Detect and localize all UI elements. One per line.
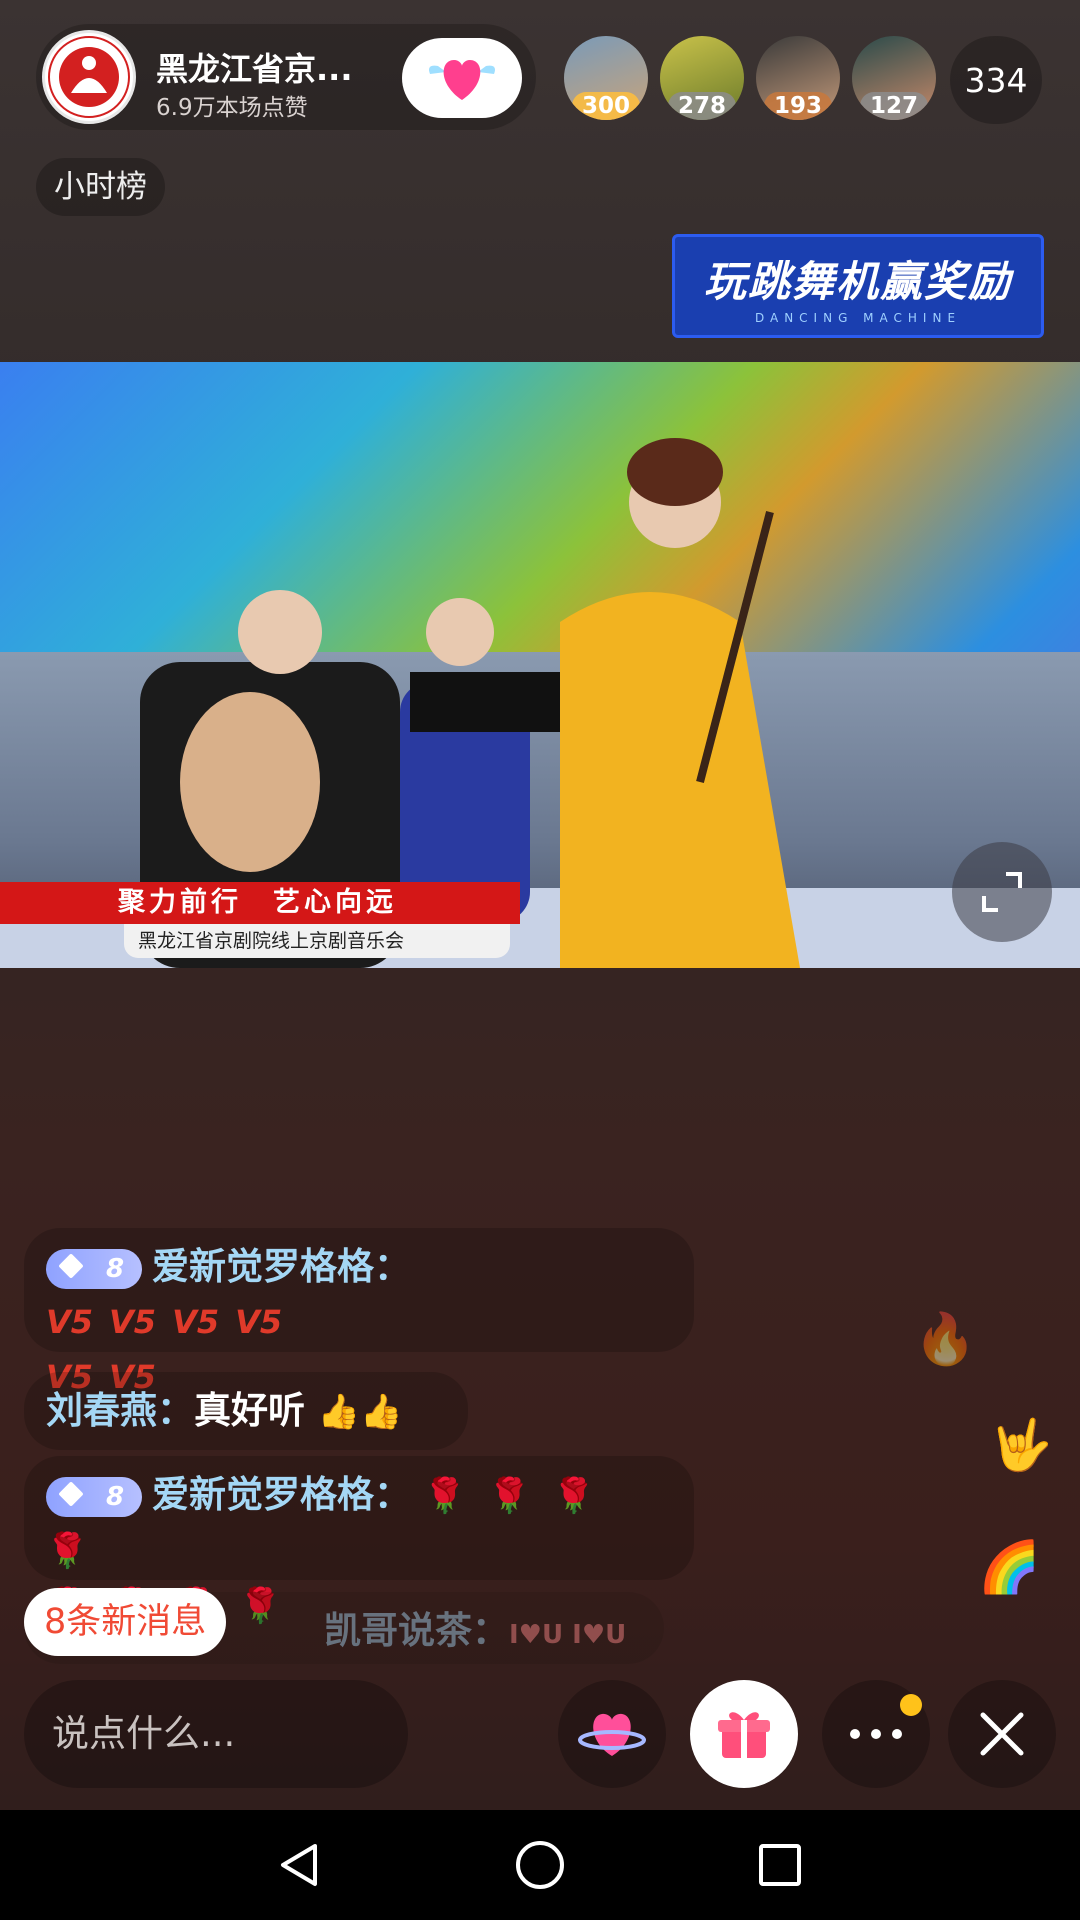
rose-icon: 🌹 bbox=[423, 1476, 467, 1516]
recents-square-icon bbox=[759, 1844, 801, 1886]
vs-emoji: V5 bbox=[235, 1303, 283, 1341]
chat-username: 爱新觉罗格格 bbox=[152, 1245, 374, 1288]
thumbs-up-icon: 👍 bbox=[360, 1392, 403, 1432]
fire-icon[interactable]: 🔥 bbox=[914, 1310, 976, 1369]
follow-button[interactable] bbox=[402, 38, 522, 118]
chat-text: 真好听 bbox=[194, 1389, 305, 1432]
home-button[interactable] bbox=[505, 1830, 575, 1900]
rose-icon: 🌹 bbox=[46, 1531, 89, 1571]
chat-text: I♥U I♥U bbox=[509, 1620, 627, 1650]
vs-emoji: V5 bbox=[172, 1303, 220, 1341]
heart-planet-icon bbox=[578, 1713, 646, 1756]
more-dots-icon bbox=[850, 1729, 902, 1739]
fan-level-badge: 8 bbox=[46, 1248, 142, 1289]
system-navigation-bar bbox=[0, 1810, 1080, 1920]
promo-title: 玩跳舞机赢奖励 bbox=[703, 256, 1012, 306]
top-viewer-avatar-3[interactable]: 193 bbox=[756, 36, 840, 120]
heart-wings-icon bbox=[429, 60, 495, 100]
fullscreen-icon bbox=[982, 872, 1022, 912]
video-caption: 聚力前行 艺心向远 bbox=[0, 882, 520, 924]
top-viewer-avatar-4[interactable]: 127 bbox=[852, 36, 936, 120]
thumbs-up-icon: 👍 bbox=[317, 1392, 361, 1432]
more-button[interactable] bbox=[822, 1680, 930, 1788]
promo-banner[interactable]: 玩跳舞机赢奖励 DANCING MACHINE bbox=[672, 234, 1044, 338]
rose-icon: 🌹 bbox=[552, 1476, 595, 1516]
chat-message[interactable]: 8 爱新觉罗格格： V5 V5 V5 V5 V5 V5 bbox=[24, 1228, 694, 1396]
promo-subtitle: DANCING MACHINE bbox=[754, 310, 962, 325]
anchor-avatar[interactable] bbox=[42, 30, 136, 124]
comment-input[interactable]: 说点什么... bbox=[24, 1680, 408, 1788]
viewer-score: 300 bbox=[572, 92, 640, 120]
back-button[interactable] bbox=[265, 1830, 335, 1900]
anchor-likes: 6.9万本场点赞 bbox=[156, 95, 308, 121]
chat-message[interactable]: 8爱新觉罗格格： 🌹🌹🌹🌹 🌹🌹🌹🌹 bbox=[24, 1456, 694, 1626]
viewer-score: 278 bbox=[668, 92, 736, 120]
new-messages-button[interactable]: 8条新消息 bbox=[24, 1588, 227, 1656]
gift-icon bbox=[718, 1712, 770, 1758]
chat-username: 刘春燕 bbox=[46, 1389, 157, 1432]
back-triangle-icon bbox=[281, 1844, 317, 1886]
rock-hand-icon[interactable]: 🤟 bbox=[990, 1416, 1052, 1475]
top-viewer-avatar-1[interactable]: 300 bbox=[564, 36, 648, 120]
like-button[interactable] bbox=[558, 1680, 666, 1788]
chat-username: 凯哥说茶 bbox=[324, 1609, 472, 1652]
chat-username: 爱新觉罗格格 bbox=[152, 1473, 374, 1516]
home-circle-icon bbox=[516, 1841, 564, 1889]
troupe-logo-icon bbox=[48, 36, 130, 118]
viewer-score: 193 bbox=[764, 92, 832, 120]
live-video[interactable]: 聚力前行 艺心向远 黑龙江省京剧院线上京剧音乐会 bbox=[0, 362, 1080, 968]
notification-dot bbox=[900, 1694, 922, 1716]
close-button[interactable] bbox=[948, 1680, 1056, 1788]
vs-emoji: V5 bbox=[109, 1303, 157, 1341]
anchor-name: 黑龙江省京... bbox=[156, 50, 353, 88]
gift-button[interactable] bbox=[690, 1680, 798, 1788]
rainbow-star-icon[interactable]: 🌈 bbox=[978, 1538, 1040, 1597]
chat-message[interactable]: 刘春燕：真好听 👍👍 bbox=[24, 1372, 468, 1450]
video-subtitle: 黑龙江省京剧院线上京剧音乐会 bbox=[124, 924, 510, 958]
hour-rank-button[interactable]: 小时榜 bbox=[36, 158, 165, 216]
performers-image bbox=[140, 438, 800, 968]
fullscreen-button[interactable] bbox=[952, 842, 1052, 942]
close-icon bbox=[980, 1712, 1024, 1756]
viewer-count[interactable]: 334 bbox=[950, 36, 1042, 124]
vs-emoji: V5 bbox=[46, 1303, 94, 1341]
recents-button[interactable] bbox=[745, 1830, 815, 1900]
top-viewer-avatar-2[interactable]: 278 bbox=[660, 36, 744, 120]
viewer-score: 127 bbox=[860, 92, 928, 120]
rose-icon: 🌹 bbox=[488, 1476, 531, 1516]
fan-level-badge: 8 bbox=[46, 1476, 142, 1517]
